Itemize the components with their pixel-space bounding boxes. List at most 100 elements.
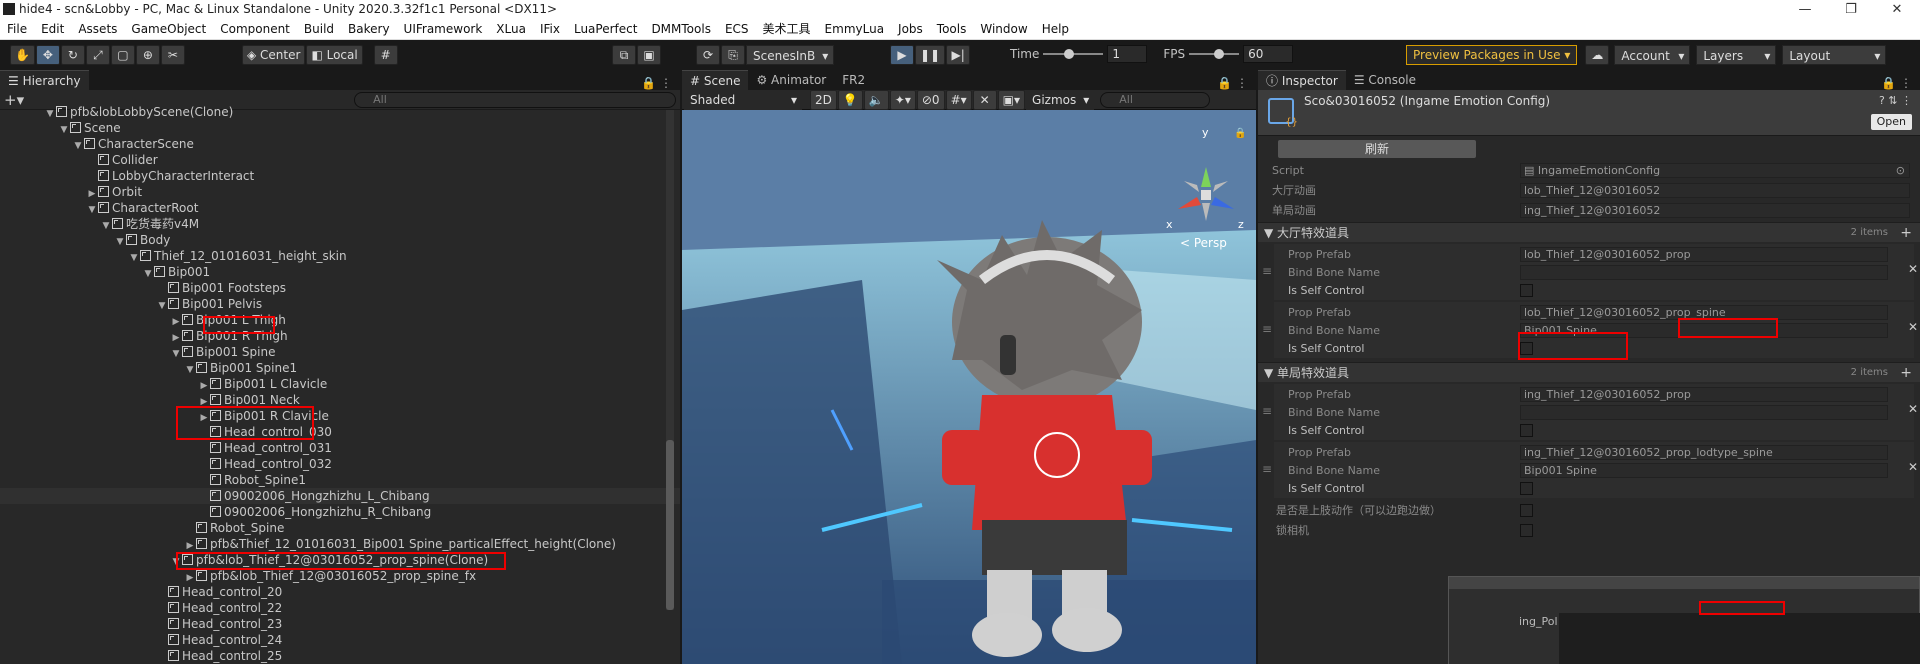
hierarchy-row[interactable]: Robot_Spine [0, 520, 680, 536]
menu-item-7[interactable]: UIFramework [397, 22, 490, 36]
tab-fr2[interactable]: FR2 [834, 70, 874, 90]
move-tool-icon[interactable]: ✥ [35, 45, 60, 65]
hierarchy-row[interactable]: 09002006_Hongzhizhu_L_Chibang [0, 488, 680, 504]
open-button[interactable]: Open [1870, 114, 1912, 130]
tab-scene[interactable]: # Scene [682, 70, 749, 90]
hierarchy-row[interactable]: ▶ Bip001 L Thigh [0, 312, 680, 328]
time-field[interactable]: 1 [1107, 45, 1148, 63]
close-button[interactable]: ✕ [1874, 2, 1920, 17]
hierarchy-row[interactable]: ▼ Bip001 Pelvis [0, 296, 680, 312]
custom-tool-icon[interactable]: ✂ [160, 45, 185, 65]
menu-item-4[interactable]: Component [213, 22, 297, 36]
prop-prefab-field[interactable]: ing_Thief_12@03016052_prop_lodtype_spine [1520, 444, 1888, 460]
shading-dropdown[interactable]: Shaded [684, 89, 802, 110]
menu-item-1[interactable]: Edit [34, 22, 71, 36]
menu-item-17[interactable]: Window [973, 22, 1034, 36]
rect-tool-icon[interactable]: ▢ [110, 45, 135, 65]
hierarchy-scrollbar[interactable] [666, 110, 674, 610]
copy-icon[interactable]: ⎘ [721, 45, 745, 65]
fps-field[interactable]: 60 [1243, 45, 1294, 63]
pivot-local-button[interactable]: ◧ Local [306, 45, 363, 65]
prop-prefab-field[interactable]: ing_Thief_12@03016052_prop [1520, 386, 1888, 402]
lock-cam-checkbox[interactable] [1520, 523, 1533, 537]
game-anim-field[interactable]: ing_Thief_12@03016052 [1520, 202, 1910, 218]
hierarchy-row[interactable]: Head_control_25 [0, 648, 680, 664]
hierarchy-row[interactable]: LobbyCharacterInteract [0, 168, 680, 184]
hierarchy-row[interactable]: Collider [0, 152, 680, 168]
cloud-icon[interactable]: ☁ [1585, 45, 1610, 65]
drag-handle-icon[interactable]: ≡ [1262, 322, 1272, 336]
menu-item-0[interactable]: File [0, 22, 34, 36]
preview-packages-button[interactable]: Preview Packages in Use ▾ [1406, 45, 1578, 65]
account-dropdown[interactable]: Account [1614, 45, 1691, 66]
inspector-menu-icon[interactable]: 🔒 ⋮ [1881, 76, 1912, 90]
lobby-anim-field[interactable]: lob_Thief_12@03016052 [1520, 182, 1910, 198]
game-props-header[interactable]: ▼ 单局特效道具 2 items + [1258, 362, 1920, 382]
menu-item-5[interactable]: Build [297, 22, 341, 36]
play-button[interactable]: ▶ [890, 45, 914, 65]
tab-animator[interactable]: ⚙ Animator [748, 70, 835, 90]
hierarchy-row[interactable]: ▶ Bip001 Neck [0, 392, 680, 408]
menu-item-12[interactable]: ECS [718, 22, 756, 36]
hierarchy-row[interactable]: Bip001 Footsteps [0, 280, 680, 296]
pivot-center-button[interactable]: ◈ Center [242, 45, 306, 65]
step-button[interactable]: ▶| [946, 45, 971, 65]
self-control-checkbox[interactable] [1520, 423, 1533, 437]
is-upper-checkbox[interactable] [1520, 503, 1533, 517]
hierarchy-row[interactable]: ▶ Orbit [0, 184, 680, 200]
hierarchy-row[interactable]: Robot_Spine1 [0, 472, 680, 488]
scale-tool-icon[interactable]: ⤢ [85, 45, 110, 65]
hierarchy-row[interactable]: ▼ Scene [0, 120, 680, 136]
scenes-dropdown[interactable]: ScenesInB [746, 45, 835, 66]
hierarchy-row[interactable]: ▼ Bip001 Spine1 [0, 360, 680, 376]
menu-item-16[interactable]: Tools [930, 22, 974, 36]
hierarchy-row[interactable]: Head_control_032 [0, 456, 680, 472]
fps-slider-knob[interactable] [1214, 49, 1225, 59]
menu-item-13[interactable]: 美术工具 [756, 20, 818, 37]
time-slider[interactable] [1043, 49, 1104, 59]
tab-inspector[interactable]: ⓘ Inspector [1258, 70, 1346, 90]
hierarchy-row[interactable]: Head_control_22 [0, 600, 680, 616]
pause-button[interactable]: ❚❚ [915, 45, 946, 65]
layers-dropdown[interactable]: Layers [1696, 45, 1777, 66]
scene-search-input[interactable]: All [1100, 91, 1211, 108]
menu-item-9[interactable]: IFix [533, 22, 567, 36]
refresh-icon[interactable]: ⟳ [696, 45, 720, 65]
hierarchy-row[interactable]: ▼ CharacterScene [0, 136, 680, 152]
audio-icon[interactable]: 🔈 [863, 89, 889, 110]
collab-icon[interactable]: ⧉ [612, 45, 636, 65]
hierarchy-row[interactable]: ▶ pfb&lob_Thief_12@03016052_prop_spine_fx [0, 568, 680, 584]
menu-item-6[interactable]: Bakery [341, 22, 397, 36]
minimize-button[interactable]: — [1782, 2, 1828, 17]
hierarchy-row[interactable]: Head_control_24 [0, 632, 680, 648]
camera-icon[interactable]: ▣▾ [997, 89, 1026, 110]
refresh-button[interactable]: 刷新 [1278, 140, 1476, 158]
scene-menu-icon[interactable]: 🔒 ⋮ [1217, 76, 1248, 90]
hierarchy-row[interactable]: Head_control_20 [0, 584, 680, 600]
fps-slider[interactable] [1189, 49, 1240, 59]
hand-tool-icon[interactable]: ✋ [10, 45, 35, 65]
menu-item-2[interactable]: Assets [71, 22, 124, 36]
hierarchy-row[interactable]: Head_control_031 [0, 440, 680, 456]
add-game-prop-icon[interactable]: + [1900, 363, 1912, 383]
transform-tool-icon[interactable]: ⊕ [135, 45, 160, 65]
prop-prefab-field[interactable]: lob_Thief_12@03016052_prop [1520, 246, 1888, 262]
hierarchy-row[interactable]: ▶ Bip001 R Thigh [0, 328, 680, 344]
object-picker-icon[interactable]: ⊙ [1896, 164, 1905, 177]
rotate-tool-icon[interactable]: ↻ [60, 45, 85, 65]
menu-item-15[interactable]: Jobs [891, 22, 930, 36]
menu-item-14[interactable]: EmmyLua [818, 22, 892, 36]
restore-button[interactable]: ❐ [1828, 2, 1874, 17]
tab-hierarchy[interactable]: ☰ Hierarchy [0, 70, 89, 90]
menu-item-3[interactable]: GameObject [124, 22, 213, 36]
tools-icon[interactable]: ✕ [972, 89, 997, 110]
hierarchy-scroll-thumb[interactable] [666, 440, 674, 610]
hierarchy-row[interactable]: ▼ 吃货毒药v4M [0, 216, 680, 232]
hierarchy-row[interactable]: ▶ Bip001 R Clavicle [0, 408, 680, 424]
help-icon[interactable]: ? ⇅ ⋮ [1879, 94, 1912, 107]
scene-viewport[interactable]: y x z 🔒 < Persp [682, 110, 1256, 664]
drag-handle-icon[interactable]: ≡ [1262, 264, 1272, 278]
hierarchy-row[interactable]: Head_control_030 [0, 424, 680, 440]
toggle-2d-button[interactable]: 2D [810, 89, 837, 110]
layout-dropdown[interactable]: Layout [1782, 45, 1887, 66]
